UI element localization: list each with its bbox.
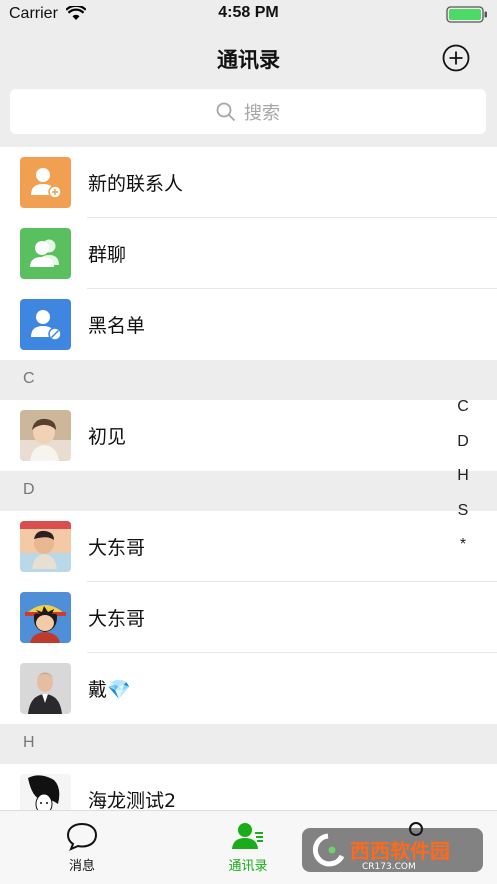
contact-name: 戴💎 xyxy=(88,679,131,701)
nav-bar: 通讯录 xyxy=(0,28,497,88)
group-chats-row[interactable]: 群聊 xyxy=(0,218,497,289)
search-input[interactable]: 搜索 xyxy=(10,89,486,134)
tab-messages[interactable]: 消息 xyxy=(32,811,132,884)
index-letter[interactable]: C xyxy=(452,398,474,433)
row-label: 新的联系人 xyxy=(88,173,184,195)
chat-bubble-icon xyxy=(66,822,98,851)
blacklist-icon xyxy=(20,299,71,350)
avatar xyxy=(20,521,71,572)
new-contacts-row[interactable]: 新的联系人 xyxy=(0,147,497,218)
blacklist-row[interactable]: 黑名单 xyxy=(0,289,497,360)
alphabet-index[interactable]: C D H S * xyxy=(452,398,474,571)
section-letter: H xyxy=(23,734,35,751)
contact-row[interactable]: 初见 xyxy=(0,400,497,471)
contact-name: 大东哥 xyxy=(88,537,146,559)
index-letter[interactable]: * xyxy=(452,536,474,571)
row-label: 群聊 xyxy=(88,244,127,266)
page-title: 通讯录 xyxy=(217,48,280,72)
tab-contacts[interactable]: 通讯录 xyxy=(198,811,298,884)
status-bar: Carrier 4:58 PM xyxy=(0,0,497,28)
contact-row[interactable]: 戴💎 xyxy=(0,653,497,724)
section-header: H xyxy=(0,724,497,764)
avatar xyxy=(20,663,71,714)
index-letter[interactable]: D xyxy=(452,433,474,468)
watermark-text: 西西软件园 xyxy=(350,839,450,863)
watermark-logo: 西西软件园 CR173.COM xyxy=(300,826,485,874)
contact-name: 大东哥 xyxy=(88,608,146,630)
search-icon xyxy=(216,102,236,121)
avatar xyxy=(20,410,71,461)
section-letter: C xyxy=(23,370,35,387)
avatar xyxy=(20,592,71,643)
section-header: C xyxy=(0,360,497,400)
contact-name: 初见 xyxy=(88,426,127,448)
contacts-icon xyxy=(232,823,263,849)
tab-label: 通讯录 xyxy=(228,859,268,874)
add-icon[interactable] xyxy=(442,44,470,72)
clock: 4:58 PM xyxy=(218,4,279,21)
index-letter[interactable]: H xyxy=(452,467,474,502)
section-header: D xyxy=(0,471,497,511)
tab-label: 消息 xyxy=(68,859,95,874)
contact-name: 海龙测试2 xyxy=(88,790,177,812)
contact-row[interactable]: 大东哥 xyxy=(0,511,497,582)
index-letter[interactable]: S xyxy=(452,502,474,537)
group-chat-icon xyxy=(20,228,71,279)
new-contact-icon xyxy=(20,157,71,208)
battery-icon xyxy=(446,6,487,23)
search-placeholder: 搜索 xyxy=(244,102,280,124)
watermark-subtext: CR173.COM xyxy=(362,862,416,872)
section-letter: D xyxy=(23,481,35,498)
contact-list[interactable]: 新的联系人 群聊 黑名单 C 初见 D 大东哥 大东哥 戴💎 H 海龙测试2 xyxy=(0,147,497,835)
row-label: 黑名单 xyxy=(88,315,146,337)
contact-row[interactable]: 大东哥 xyxy=(0,582,497,653)
